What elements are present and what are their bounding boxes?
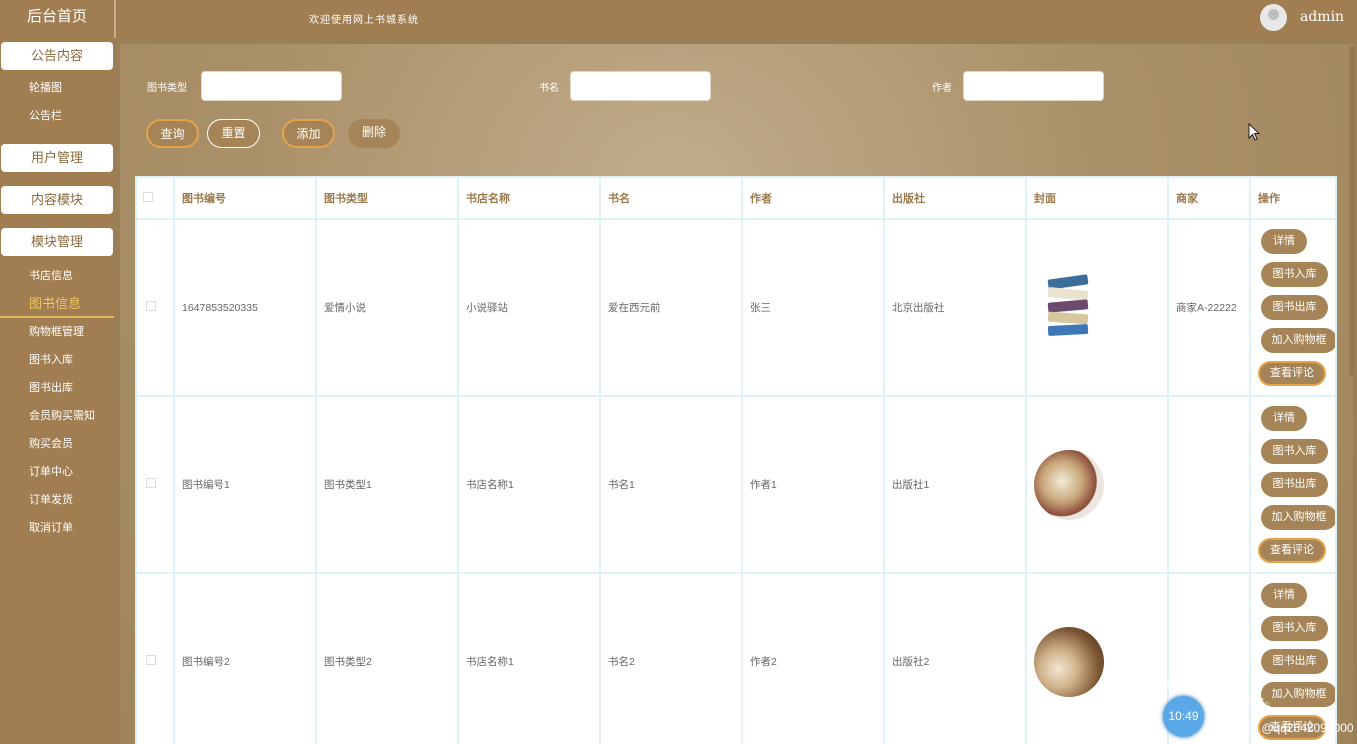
column-header: 图书类型 <box>315 176 459 220</box>
table-row: 图书编号1 图书类型1 书店名称1 书名1 作者1 出版社1 详情 图书入库 图… <box>135 395 1337 574</box>
table-header-row: 图书编号 图书类型 书店名称 书名 作者 出版社 封面 商家 操作 <box>135 176 1337 220</box>
query-button[interactable]: 查询 <box>146 119 199 148</box>
mouse-cursor-icon <box>1248 123 1261 141</box>
username[interactable]: admin <box>1300 9 1344 25</box>
cell-id: 图书编号2 <box>173 572 317 744</box>
cell-merchant: 商家A-22222 <box>1167 218 1251 397</box>
delete-button[interactable]: 删除 <box>348 119 400 148</box>
cell-id: 1647853520335 <box>173 218 317 397</box>
sidebar-section-content[interactable]: 内容模块 <box>1 186 113 214</box>
column-header: 封面 <box>1025 176 1169 220</box>
sidebar-home-link[interactable]: 后台首页 <box>0 0 114 34</box>
cell-publisher: 出版社1 <box>883 395 1027 574</box>
cell-store: 书店名称1 <box>457 395 601 574</box>
sidebar-item-order-ship[interactable]: 订单发货 <box>0 486 114 514</box>
stock-out-button[interactable]: 图书出库 <box>1261 295 1328 320</box>
table-row: 图书编号2 图书类型2 书店名称1 书名2 作者2 出版社2 详情 图书入库 图… <box>135 572 1337 744</box>
author-label: 作者 <box>932 83 952 94</box>
detail-button[interactable]: 详情 <box>1261 406 1307 431</box>
stock-in-button[interactable]: 图书入库 <box>1261 262 1328 287</box>
sidebar-section-modules[interactable]: 模块管理 <box>1 228 113 256</box>
cell-type: 图书类型1 <box>315 395 459 574</box>
cell-type: 爱情小说 <box>315 218 459 397</box>
page-scrollbar[interactable] <box>1349 46 1354 376</box>
book-table: 图书编号 图书类型 书店名称 书名 作者 出版社 封面 商家 操作 164785… <box>135 176 1337 744</box>
cell-publisher: 北京出版社 <box>883 218 1027 397</box>
cell-name: 书名1 <box>599 395 743 574</box>
cell-cover <box>1025 218 1169 397</box>
reset-button[interactable]: 重置 <box>207 119 260 148</box>
row-checkbox[interactable] <box>146 478 156 488</box>
sidebar-item-stock-out[interactable]: 图书出库 <box>0 374 114 402</box>
cell-cover <box>1025 572 1169 744</box>
sidebar-item-bulletin[interactable]: 公告栏 <box>0 102 114 130</box>
select-all-checkbox[interactable] <box>143 191 153 202</box>
csdn-watermark: CSDN @qq2542092000 <box>1224 721 1354 735</box>
main-panel: 图书类型 书名 作者 查询 重置 添加 删除 图书编号 图书类型 书店名称 书名 <box>120 44 1353 744</box>
sidebar-item-stock-in[interactable]: 图书入库 <box>0 346 114 374</box>
book-cover-image <box>1047 273 1089 343</box>
detail-button[interactable]: 详情 <box>1261 229 1307 254</box>
cell-actions: 详情 图书入库 图书出库 加入购物框 查看评论 <box>1249 395 1337 574</box>
cell-author: 张三 <box>741 218 885 397</box>
view-comments-button[interactable]: 查看评论 <box>1258 538 1326 563</box>
cell-name: 爱在西元前 <box>599 218 743 397</box>
avatar[interactable] <box>1260 4 1287 31</box>
view-comments-button[interactable]: 查看评论 <box>1258 361 1326 386</box>
stock-out-button[interactable]: 图书出库 <box>1261 649 1328 674</box>
column-header: 操作 <box>1249 176 1337 220</box>
sidebar-item-member-notice[interactable]: 会员购买需知 <box>0 402 114 430</box>
column-header: 商家 <box>1167 176 1251 220</box>
sidebar-section-users[interactable]: 用户管理 <box>1 144 113 172</box>
cell-name: 书名2 <box>599 572 743 744</box>
welcome-text: 欢迎使用网上书城系统 <box>309 15 419 26</box>
column-header: 书名 <box>599 176 743 220</box>
sidebar-item-buy-member[interactable]: 购买会员 <box>0 430 114 458</box>
stock-out-button[interactable]: 图书出库 <box>1261 472 1328 497</box>
name-label: 书名 <box>539 83 559 94</box>
cell-store: 书店名称1 <box>457 572 601 744</box>
cell-id: 图书编号1 <box>173 395 317 574</box>
sidebar: 后台首页 公告内容 轮播图 公告栏 用户管理 内容模块 模块管理 书店信息 图书… <box>0 0 114 744</box>
add-button[interactable]: 添加 <box>282 119 335 148</box>
row-checkbox[interactable] <box>146 301 156 311</box>
column-header: 出版社 <box>883 176 1027 220</box>
top-bar: 欢迎使用网上书城系统 admin <box>114 0 1357 38</box>
author-input[interactable] <box>963 71 1104 101</box>
stock-in-button[interactable]: 图书入库 <box>1261 616 1328 641</box>
column-header: 书店名称 <box>457 176 601 220</box>
row-checkbox[interactable] <box>146 655 156 665</box>
type-label: 图书类型 <box>147 83 187 94</box>
cell-cover <box>1025 395 1169 574</box>
cell-publisher: 出版社2 <box>883 572 1027 744</box>
book-cover-image <box>1034 449 1104 520</box>
detail-button[interactable]: 详情 <box>1261 583 1307 608</box>
cell-type: 图书类型2 <box>315 572 459 744</box>
sidebar-item-order-center[interactable]: 订单中心 <box>0 458 114 486</box>
column-header: 作者 <box>741 176 885 220</box>
stock-in-button[interactable]: 图书入库 <box>1261 439 1328 464</box>
add-to-cart-button[interactable]: 加入购物框 <box>1261 505 1337 530</box>
sidebar-section-announcements[interactable]: 公告内容 <box>1 42 113 70</box>
cell-actions: 详情 图书入库 图书出库 加入购物框 查看评论 <box>1249 218 1337 397</box>
cell-author: 作者1 <box>741 395 885 574</box>
sidebar-item-cancel-order[interactable]: 取消订单 <box>0 514 114 542</box>
table-row: 1647853520335 爱情小说 小说驿站 爱在西元前 张三 北京出版社 商… <box>135 218 1337 397</box>
type-input[interactable] <box>201 71 342 101</box>
cell-actions: 详情 图书入库 图书出库 加入购物框 查看评论 <box>1249 572 1337 744</box>
sidebar-item-bookstore-info[interactable]: 书店信息 <box>0 262 114 290</box>
name-input[interactable] <box>570 71 711 101</box>
clock-badge: 10:49 <box>1163 696 1204 737</box>
cell-author: 作者2 <box>741 572 885 744</box>
add-to-cart-button[interactable]: 加入购物框 <box>1261 328 1337 353</box>
cell-store: 小说驿站 <box>457 218 601 397</box>
column-header: 图书编号 <box>173 176 317 220</box>
book-cover-image <box>1034 626 1104 697</box>
sidebar-item-carousel[interactable]: 轮播图 <box>0 74 114 102</box>
sidebar-item-book-info[interactable]: 图书信息 <box>0 290 114 318</box>
sidebar-item-cart-manage[interactable]: 购物框管理 <box>0 318 114 346</box>
cell-merchant <box>1167 395 1251 574</box>
